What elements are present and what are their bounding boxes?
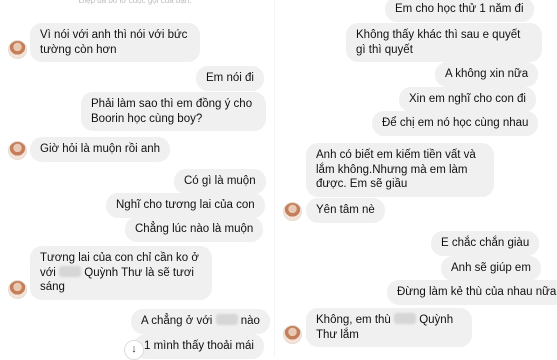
avatar — [283, 325, 302, 344]
message-bubble-sent: Em cho học thử 1 năm đi — [385, 0, 534, 22]
redacted-name — [59, 265, 82, 277]
message-bubble-sent: A không xin nữa — [435, 62, 539, 87]
redacted-name — [215, 314, 238, 325]
message-bubble-sent: Đừng làm kẻ thù của nhau nữa — [387, 280, 557, 305]
message-bubble-sent: Nghĩ cho tương lai của con — [106, 193, 265, 218]
column-divider — [274, 0, 275, 357]
avatar — [283, 202, 302, 221]
message-bubble-received: Anh có biết em kiếm tiền vất và lắm khôn… — [306, 143, 494, 197]
message-bubble-received: Yên tâm nè — [306, 198, 385, 223]
avatar — [8, 40, 27, 59]
message-bubble-sent: E chắc chắn giàu — [431, 231, 540, 256]
message-bubble-sent: Để chị em nó học cùng nhau — [372, 111, 539, 136]
chat-panel-left: Điệp đã bỏ lỡ cuộc gọi của bạn. Vì nói v… — [0, 0, 270, 360]
missed-call-note: Điệp đã bỏ lỡ cuộc gọi của bạn. — [78, 0, 192, 5]
message-bubble-sent: Anh sẽ giúp em — [441, 256, 541, 281]
avatar — [8, 280, 27, 299]
message-bubble-sent: Không thấy khác thì sau e quyết gì thì q… — [346, 23, 542, 62]
message-bubble-received: Vì nói với anh thì nói với bức tường còn… — [30, 23, 200, 62]
message-bubble-received: Giờ hỏi là muộn rồi anh — [30, 137, 171, 162]
message-bubble-sent: Phải làm sao thì em đồng ý cho Boorin họ… — [81, 92, 266, 131]
message-bubble-sent: 1 mình thấy thoải mái — [134, 334, 264, 359]
message-bubble-sent: A chẳng ở với nào — [131, 309, 270, 334]
message-bubble-sent: Có gì là muộn — [174, 169, 266, 194]
chat-panel-right: Em cho học thử 1 năm đi Không thấy khác … — [279, 0, 557, 357]
message-bubble-received: Không, em thù Quỳnh Thư lắm — [306, 308, 472, 347]
avatar — [8, 141, 27, 160]
redacted-name — [394, 313, 417, 324]
scroll-to-bottom-button[interactable]: ↓ — [124, 340, 144, 360]
message-bubble-sent: Em nói đi — [196, 66, 264, 91]
message-bubble-sent: Xin em nghĩ cho con đi — [399, 87, 536, 112]
message-bubble-received: Tương lai của con chỉ cần ko ở với Quỳnh… — [30, 246, 212, 300]
message-bubble-sent: Chẳng lúc nào là muộn — [125, 217, 264, 242]
arrow-down-icon: ↓ — [131, 343, 137, 355]
